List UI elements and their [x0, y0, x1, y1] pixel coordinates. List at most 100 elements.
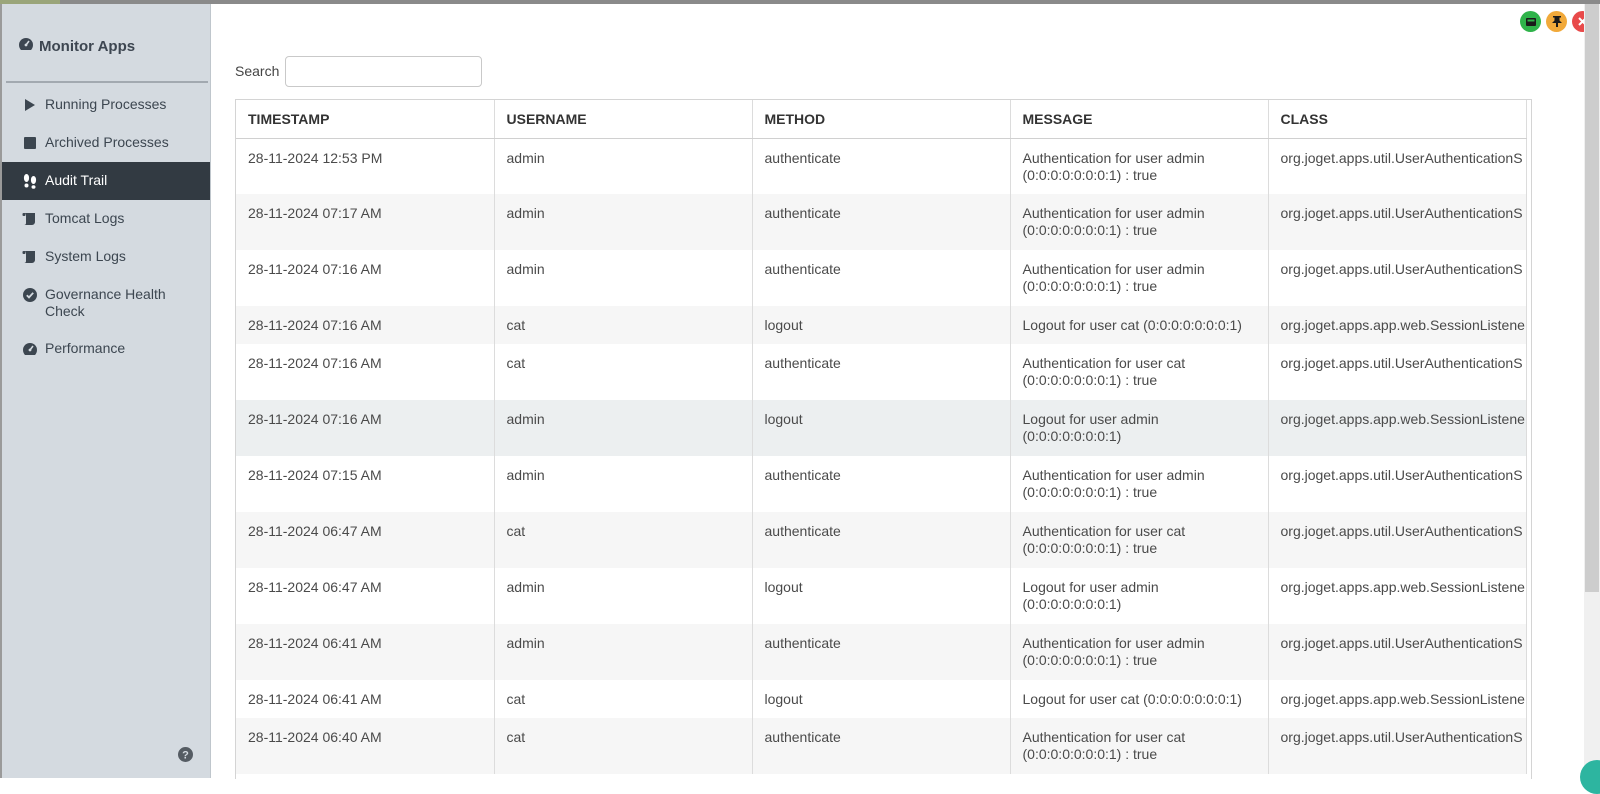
scroll-icon — [22, 210, 38, 227]
cell-username: cat — [494, 680, 753, 718]
table-row[interactable]: 28-11-2024 12:53 PM admin authenticate A… — [236, 138, 1527, 194]
cell-message: Authentication for user cat (0:0:0:0:0:0… — [1010, 344, 1269, 400]
cell-method: authenticate — [752, 718, 1011, 774]
cell-timestamp: 28-11-2024 07:16 AM — [236, 400, 495, 456]
table-row[interactable]: 28-11-2024 07:16 AM cat authenticate Aut… — [236, 344, 1527, 400]
svg-text:?: ? — [182, 750, 189, 762]
cell-username: cat — [494, 512, 753, 568]
help-icon[interactable]: ? — [178, 747, 193, 767]
search-label: Search — [235, 63, 280, 79]
cell-method: logout — [752, 568, 1011, 624]
cell-method: authenticate — [752, 512, 1011, 568]
cell-message: Logout for user cat (0:0:0:0:0:0:0:1) — [1010, 680, 1269, 718]
table-row[interactable]: 28-11-2024 06:47 AM cat authenticate Aut… — [236, 512, 1527, 568]
column-header-method[interactable]: METHOD — [752, 100, 1011, 139]
window-controls — [1520, 11, 1593, 32]
cell-message: Authentication for user cat (0:0:0:0:0:0… — [1010, 512, 1269, 568]
table-row[interactable]: 28-11-2024 07:16 AM cat logout Logout fo… — [236, 306, 1527, 344]
sidebar-item-label: Running Processes — [45, 96, 167, 112]
sidebar-item-label: Archived Processes — [45, 134, 169, 150]
cell-class: org.joget.apps.app.web.SessionListene — [1268, 306, 1527, 344]
pin-icon[interactable] — [1546, 11, 1567, 32]
scroll-icon — [22, 248, 38, 265]
sidebar: Monitor Apps Running Processes Archived … — [2, 4, 211, 778]
cell-method: logout — [752, 400, 1011, 456]
cell-method: authenticate — [752, 194, 1011, 250]
sidebar-item-tomcat-logs[interactable]: Tomcat Logs — [2, 200, 210, 238]
cell-method: authenticate — [752, 624, 1011, 680]
cell-timestamp: 28-11-2024 07:15 AM — [236, 456, 495, 512]
table-row[interactable]: 28-11-2024 06:40 AM cat authenticate Aut… — [236, 718, 1527, 774]
column-header-timestamp[interactable]: TIMESTAMP — [236, 100, 495, 139]
check-circle-icon — [22, 286, 38, 303]
sidebar-item-governance-health-check[interactable]: Governance Health Check — [2, 276, 210, 330]
cell-class: org.joget.apps.util.UserAuthenticationS — [1268, 194, 1527, 250]
table-header-row: TIMESTAMP USERNAME METHOD MESSAGE CLASS — [236, 100, 1527, 139]
cell-method: authenticate — [752, 250, 1011, 306]
sidebar-item-label: System Logs — [45, 248, 126, 264]
minimize-icon[interactable] — [1520, 11, 1541, 32]
cell-timestamp: 28-11-2024 06:41 AM — [236, 624, 495, 680]
cell-timestamp: 28-11-2024 07:16 AM — [236, 250, 495, 306]
cell-timestamp: 28-11-2024 06:40 AM — [236, 718, 495, 774]
cell-timestamp: 28-11-2024 07:16 AM — [236, 344, 495, 400]
cell-message: Authentication for user admin (0:0:0:0:0… — [1010, 250, 1269, 306]
cell-class: org.joget.apps.util.UserAuthenticationS — [1268, 718, 1527, 774]
sidebar-item-performance[interactable]: Performance — [2, 330, 210, 368]
table-row[interactable]: 28-11-2024 07:16 AM admin authenticate A… — [236, 250, 1527, 306]
table-row[interactable]: 28-11-2024 07:17 AM admin authenticate A… — [236, 194, 1527, 250]
cell-username: admin — [494, 568, 753, 624]
sidebar-item-system-logs[interactable]: System Logs — [2, 238, 210, 276]
column-header-message[interactable]: MESSAGE — [1010, 100, 1269, 139]
table-row[interactable]: 28-11-2024 06:41 AM admin authenticate A… — [236, 624, 1527, 680]
cell-message: Authentication for user admin (0:0:0:0:0… — [1010, 456, 1269, 512]
sidebar-item-audit-trail[interactable]: Audit Trail — [2, 162, 210, 200]
cell-class: org.joget.apps.util.UserAuthenticationS — [1268, 512, 1527, 568]
brand-divider — [6, 81, 208, 83]
cell-method: logout — [752, 680, 1011, 718]
sidebar-item-label: Tomcat Logs — [45, 210, 125, 226]
cell-username: admin — [494, 250, 753, 306]
play-icon — [22, 96, 38, 113]
cell-class: org.joget.apps.app.web.SessionListene — [1268, 400, 1527, 456]
sidebar-item-label: Governance Health Check — [45, 286, 166, 319]
column-header-username[interactable]: USERNAME — [494, 100, 753, 139]
cell-username: cat — [494, 344, 753, 400]
cell-class: org.joget.apps.app.web.SessionListene — [1268, 680, 1527, 718]
cell-message: Logout for user admin (0:0:0:0:0:0:0:1) — [1010, 568, 1269, 624]
sidebar-nav: Running Processes Archived Processes Aud… — [2, 86, 210, 368]
cell-username: admin — [494, 194, 753, 250]
cell-timestamp: 28-11-2024 06:47 AM — [236, 568, 495, 624]
cell-username: admin — [494, 400, 753, 456]
cell-message: Authentication for user cat (0:0:0:0:0:0… — [1010, 718, 1269, 774]
search-input[interactable] — [285, 56, 482, 87]
table-row[interactable]: 28-11-2024 07:16 AM admin logout Logout … — [236, 400, 1527, 456]
table-row[interactable]: 28-11-2024 07:15 AM admin authenticate A… — [236, 456, 1527, 512]
cell-class: org.joget.apps.util.UserAuthenticationS — [1268, 138, 1527, 194]
cell-message: Logout for user cat (0:0:0:0:0:0:0:1) — [1010, 306, 1269, 344]
floating-action-button[interactable] — [1580, 760, 1600, 794]
cell-username: cat — [494, 718, 753, 774]
audit-trail-table: TIMESTAMP USERNAME METHOD MESSAGE CLASS … — [235, 99, 1532, 779]
brand-title: Monitor Apps — [39, 37, 136, 55]
sidebar-item-archived-processes[interactable]: Archived Processes — [2, 124, 210, 162]
table-row[interactable]: 28-11-2024 06:47 AM admin logout Logout … — [236, 568, 1527, 624]
footprints-icon — [22, 172, 38, 189]
cell-method: logout — [752, 306, 1011, 344]
cell-username: admin — [494, 138, 753, 194]
stop-square-icon — [22, 134, 38, 151]
cell-class: org.joget.apps.util.UserAuthenticationS — [1268, 624, 1527, 680]
cell-timestamp: 28-11-2024 07:17 AM — [236, 194, 495, 250]
sidebar-item-running-processes[interactable]: Running Processes — [2, 86, 210, 124]
cell-method: authenticate — [752, 344, 1011, 400]
cell-class: org.joget.apps.util.UserAuthenticationS — [1268, 456, 1527, 512]
cell-class: org.joget.apps.util.UserAuthenticationS — [1268, 250, 1527, 306]
scrollbar-thumb[interactable] — [1585, 4, 1599, 592]
table-row[interactable]: 28-11-2024 06:41 AM cat logout Logout fo… — [236, 680, 1527, 718]
cell-timestamp: 28-11-2024 12:53 PM — [236, 138, 495, 194]
top-border — [0, 0, 1600, 4]
column-header-class[interactable]: CLASS — [1268, 100, 1527, 139]
cell-timestamp: 28-11-2024 06:41 AM — [236, 680, 495, 718]
cell-method: authenticate — [752, 138, 1011, 194]
cell-class: org.joget.apps.app.web.SessionListene — [1268, 568, 1527, 624]
